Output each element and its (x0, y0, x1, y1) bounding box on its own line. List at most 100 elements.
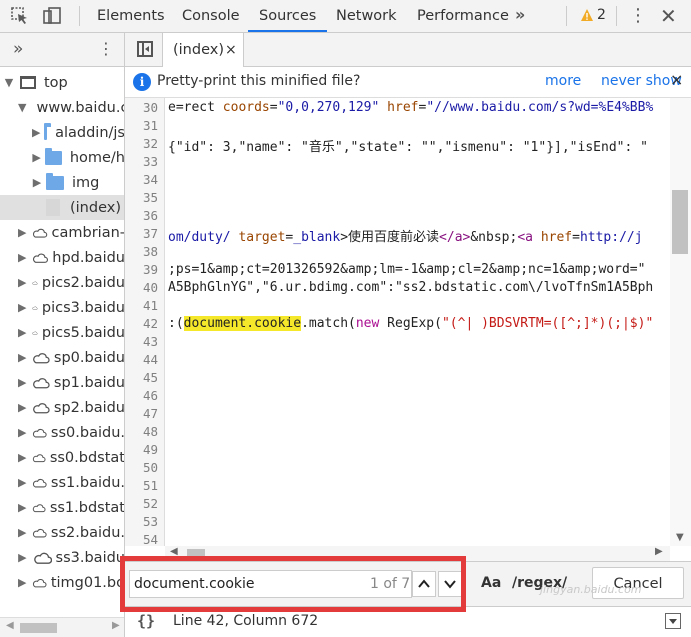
warnings-indicator[interactable]: 2 (580, 7, 606, 23)
collapsed-triangle-icon[interactable]: ▶ (32, 176, 42, 189)
code-token: :( (168, 316, 184, 331)
toolbar-divider (79, 6, 80, 26)
tab-network[interactable]: Network (325, 0, 408, 32)
tree-item-label: sp0.baidu (53, 349, 125, 366)
collapsed-triangle-icon[interactable]: ▶ (18, 576, 26, 589)
folder-icon (46, 172, 64, 190)
tree-item[interactable]: ▶ ss1.bdstat (0, 495, 124, 520)
code-vscroll-thumb[interactable] (672, 190, 688, 254)
close-tab-icon[interactable]: × (225, 33, 237, 67)
cloud-icon (33, 478, 47, 487)
line-number: 36 (142, 208, 158, 223)
toggle-debugger-icon[interactable] (665, 613, 681, 629)
collapsed-triangle-icon[interactable]: ▶ (32, 126, 40, 139)
cloud-icon (33, 253, 49, 263)
tree-item-label: pics5.baidu (41, 324, 125, 341)
editor-tab-label: (index) (173, 42, 224, 58)
tree-item[interactable]: ▶ sp1.baidu (0, 370, 124, 395)
pretty-print-button[interactable]: {} (137, 612, 155, 630)
tree-item[interactable]: ▶ cambrian- (0, 220, 124, 245)
toggle-navigator-icon[interactable] (137, 41, 153, 57)
collapsed-triangle-icon[interactable]: ▶ (18, 351, 26, 364)
scroll-right-icon[interactable]: ▶ (112, 620, 120, 631)
tree-item[interactable]: ▶ ss3.baidu (0, 545, 124, 570)
tree-item[interactable]: ▶ sp2.baidu (0, 395, 124, 420)
tree-item-label: pics3.baidu (41, 299, 125, 316)
tree-item[interactable]: ▶ timg01.bo (0, 570, 124, 595)
code-token: coords (222, 100, 270, 115)
tree-item[interactable]: ▶ ss0.bdstat (0, 445, 124, 470)
kebab-menu-icon[interactable]: ⋮ (629, 6, 647, 26)
code-editor[interactable]: 30 31 32 33 34 35 36 37 38 39 40 41 42 43 44 45 46 47 48 49… (125, 98, 691, 546)
tab-sources[interactable]: Sources (248, 0, 328, 32)
tree-item-label: home/h (69, 149, 125, 166)
inspect-icon[interactable] (8, 5, 32, 27)
more-tabs-icon[interactable]: » (515, 0, 525, 32)
collapsed-triangle-icon[interactable]: ▶ (18, 426, 26, 439)
line-number: 35 (142, 190, 158, 205)
collapsed-triangle-icon[interactable]: ▶ (18, 276, 26, 289)
code-line: A5BphGlnYG","6.ur.bdimg.com":"ss2.bdstat… (168, 280, 653, 295)
collapsed-triangle-icon[interactable]: ▶ (18, 451, 26, 464)
close-icon[interactable]: ✕ (660, 4, 677, 28)
collapsed-triangle-icon[interactable]: ▶ (18, 251, 26, 264)
tree-item[interactable]: ▶ ss0.baidu. (0, 420, 124, 445)
scroll-down-icon[interactable]: ▼ (676, 532, 684, 543)
expanded-triangle-icon[interactable]: ▼ (18, 101, 26, 114)
tab-console[interactable]: Console (171, 0, 251, 32)
tree-item[interactable]: ▶ sp0.baidu (0, 345, 125, 370)
code-vscroll-track[interactable] (670, 98, 691, 546)
match-case-toggle[interactable]: Aa (481, 575, 501, 591)
infobar-close-icon[interactable]: × (670, 70, 683, 89)
line-number: 46 (142, 388, 158, 403)
collapsed-triangle-icon[interactable]: ▶ (18, 376, 26, 389)
tree-item[interactable]: ▼ www.baidu.com (0, 95, 124, 120)
collapsed-triangle-icon[interactable]: ▶ (18, 476, 26, 489)
editor-tab-index[interactable]: (index) × (162, 33, 244, 67)
tree-item[interactable]: (index) (0, 195, 124, 220)
collapsed-triangle-icon[interactable]: ▶ (18, 526, 26, 539)
scroll-thumb[interactable] (20, 623, 57, 633)
tree-item[interactable]: ▶ ss2.baidu. (0, 520, 125, 545)
tree-item[interactable]: ▶ pics3.baidu (0, 295, 125, 320)
navigator-hscrollbar[interactable]: ◀ ▶ (0, 617, 124, 637)
line-number: 37 (142, 226, 158, 241)
tree-item-label: ss2.baidu. (50, 524, 125, 541)
cloud-icon (33, 428, 47, 437)
tree-item[interactable]: ▼ top (0, 70, 124, 95)
tree-item[interactable]: ▶ pics5.baidu (0, 320, 125, 345)
navigator-header: » ⋮ (0, 33, 124, 67)
code-token: >使用百度前必读 (340, 230, 440, 245)
collapsed-triangle-icon[interactable]: ▶ (18, 501, 26, 514)
code-token: = (269, 100, 278, 115)
expanded-triangle-icon[interactable]: ▼ (4, 76, 14, 89)
infobar-more-link[interactable]: more (545, 73, 581, 89)
tree-item[interactable]: ▶ pics2.baidu (0, 270, 124, 295)
tab-performance[interactable]: Performance (406, 0, 520, 32)
tree-item-label: (index) (70, 199, 121, 216)
more-panels-icon[interactable]: » (13, 39, 23, 59)
code-token: &nbsp; (470, 230, 518, 245)
tree-item[interactable]: ▶ img (0, 170, 124, 195)
code-token: http://j (579, 230, 643, 245)
scroll-right-icon[interactable]: ▶ (655, 546, 663, 557)
cloud-icon (33, 228, 48, 238)
scroll-left-icon[interactable]: ◀ (6, 620, 14, 631)
navigator-menu-icon[interactable]: ⋮ (98, 39, 114, 58)
tree-item[interactable]: ▶ ss1.baidu. (0, 470, 124, 495)
collapsed-triangle-icon[interactable]: ▶ (18, 551, 27, 564)
code-token: {"id": 3,"name": "音乐","state": "","ismen… (168, 140, 648, 155)
tab-elements[interactable]: Elements (86, 0, 176, 32)
line-number: 54 (142, 532, 158, 546)
collapsed-triangle-icon[interactable]: ▶ (18, 301, 26, 314)
collapsed-triangle-icon[interactable]: ▶ (32, 151, 41, 164)
editor-tabbar: (index) × (125, 33, 691, 67)
tree-item[interactable]: ▶ hpd.baidu (0, 245, 124, 270)
collapsed-triangle-icon[interactable]: ▶ (18, 326, 26, 339)
collapsed-triangle-icon[interactable]: ▶ (18, 401, 26, 414)
device-toggle-icon[interactable] (41, 5, 65, 27)
code-token: "0,0,270,129" (277, 100, 380, 115)
collapsed-triangle-icon[interactable]: ▶ (18, 226, 26, 239)
tree-item[interactable]: ▶ aladdin/js (0, 120, 124, 145)
tree-item[interactable]: ▶ home/h (0, 145, 125, 170)
